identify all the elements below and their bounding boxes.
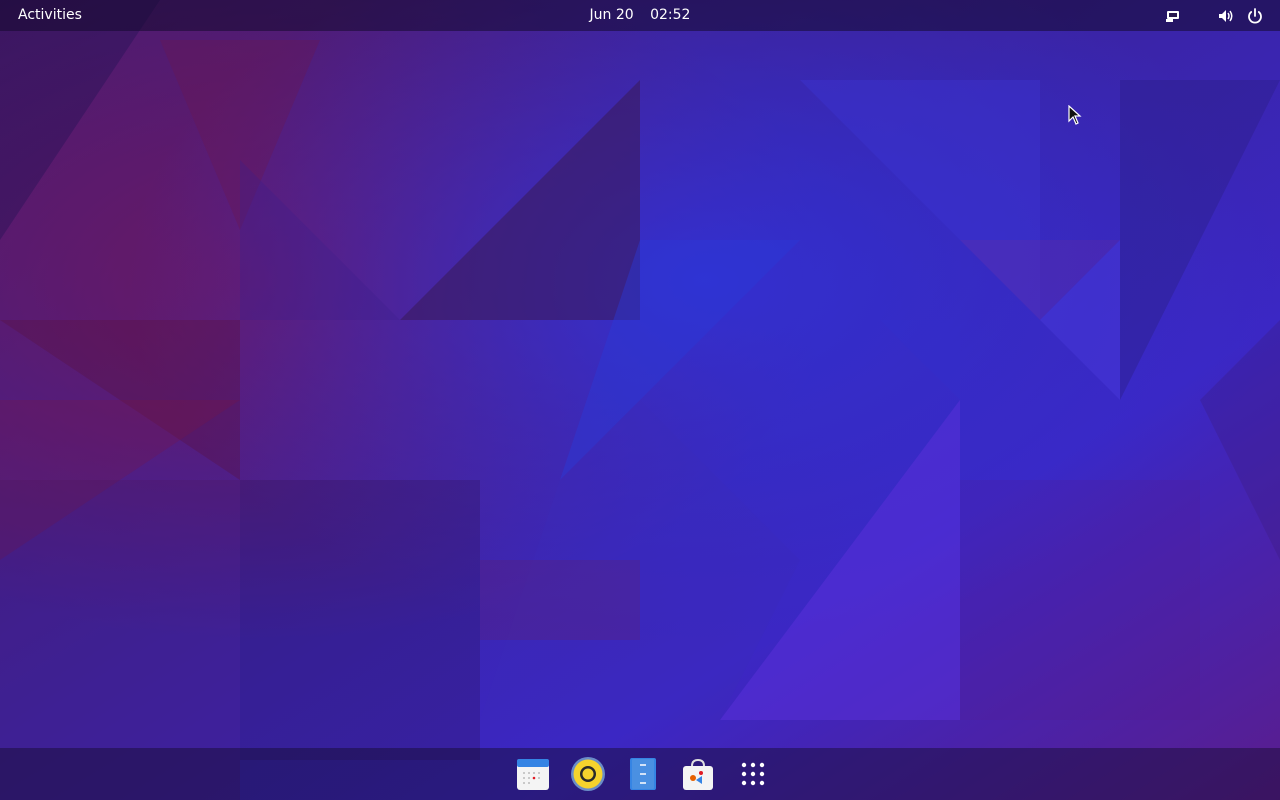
files-icon[interactable] [625,756,661,792]
software-center-icon[interactable] [680,756,716,792]
clock-button[interactable]: Jun 20 02:52 [0,0,1280,31]
activities-button[interactable]: Activities [8,0,92,31]
screen-icon[interactable] [1164,7,1182,25]
power-icon[interactable] [1246,7,1264,25]
clock-time: 02:52 [650,7,691,23]
clock-date: Jun 20 [589,7,634,23]
top-bar: Activities Jun 20 02:52 [0,0,1280,31]
calendar-icon[interactable] [515,756,551,792]
desktop[interactable]: Activities Jun 20 02:52 [0,0,1280,800]
volume-icon[interactable] [1217,7,1235,25]
mouse-pointer-icon [1068,105,1082,125]
rhythmbox-icon[interactable] [570,756,606,792]
show-apps-grid-icon[interactable] [735,756,771,792]
wallpaper [0,0,1280,800]
